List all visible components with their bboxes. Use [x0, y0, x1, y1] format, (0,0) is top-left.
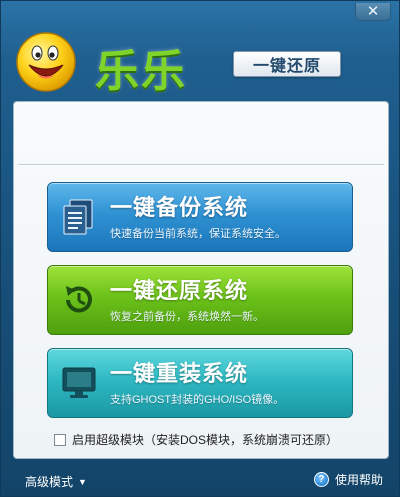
smiley-logo-icon: [16, 32, 76, 92]
brand-title: 乐乐: [95, 46, 187, 97]
document-copy-icon: [48, 182, 110, 252]
reinstall-system-button[interactable]: 一键重装系统 支持GHOST封装的GHO/ISO镜像。: [47, 348, 353, 418]
restore-system-button[interactable]: 一键还原系统 恢复之前备份，系统焕然一新。: [47, 265, 353, 335]
chevron-down-icon: ▼: [78, 476, 87, 487]
super-module-checkbox[interactable]: [54, 433, 66, 446]
panel-divider: [18, 164, 384, 165]
super-module-option[interactable]: 启用超级模块（安装DOS模块，系统崩溃可还原）: [54, 431, 338, 448]
restore-title: 一键还原系统: [110, 278, 249, 303]
monitor-icon: [48, 348, 110, 418]
reinstall-title: 一键重装系统: [110, 361, 249, 386]
help-label: 使用帮助: [334, 473, 383, 487]
help-link[interactable]: ? 使用帮助: [313, 471, 383, 488]
backup-title: 一键备份系统: [110, 195, 249, 220]
advanced-mode-label: 高级模式: [25, 475, 74, 489]
backup-subtitle: 快速备份当前系统，保证系统安全。: [110, 228, 286, 240]
restore-subtitle: 恢复之前备份，系统焕然一新。: [110, 311, 264, 323]
main-panel: 一键备份系统 快速备份当前系统，保证系统安全。 一键还原系统 恢复之前备份，系统…: [13, 101, 389, 459]
close-button[interactable]: ✕: [355, 3, 391, 21]
reinstall-subtitle: 支持GHOST封装的GHO/ISO镜像。: [110, 394, 285, 406]
history-restore-icon: [48, 265, 110, 335]
help-icon: ?: [313, 472, 329, 487]
app-window: ✕ 乐乐 一键还原 一键备份系统 快速备份当前系统，保证系统安全。 一键还原系统…: [0, 0, 400, 497]
super-module-label: 启用超级模块（安装DOS模块，系统崩溃可还原）: [72, 433, 339, 447]
brand-badge: 一键还原: [233, 51, 341, 77]
backup-system-button[interactable]: 一键备份系统 快速备份当前系统，保证系统安全。: [47, 182, 353, 252]
advanced-mode-menu[interactable]: 高级模式 ▼: [25, 473, 87, 490]
close-icon: ✕: [366, 3, 380, 20]
